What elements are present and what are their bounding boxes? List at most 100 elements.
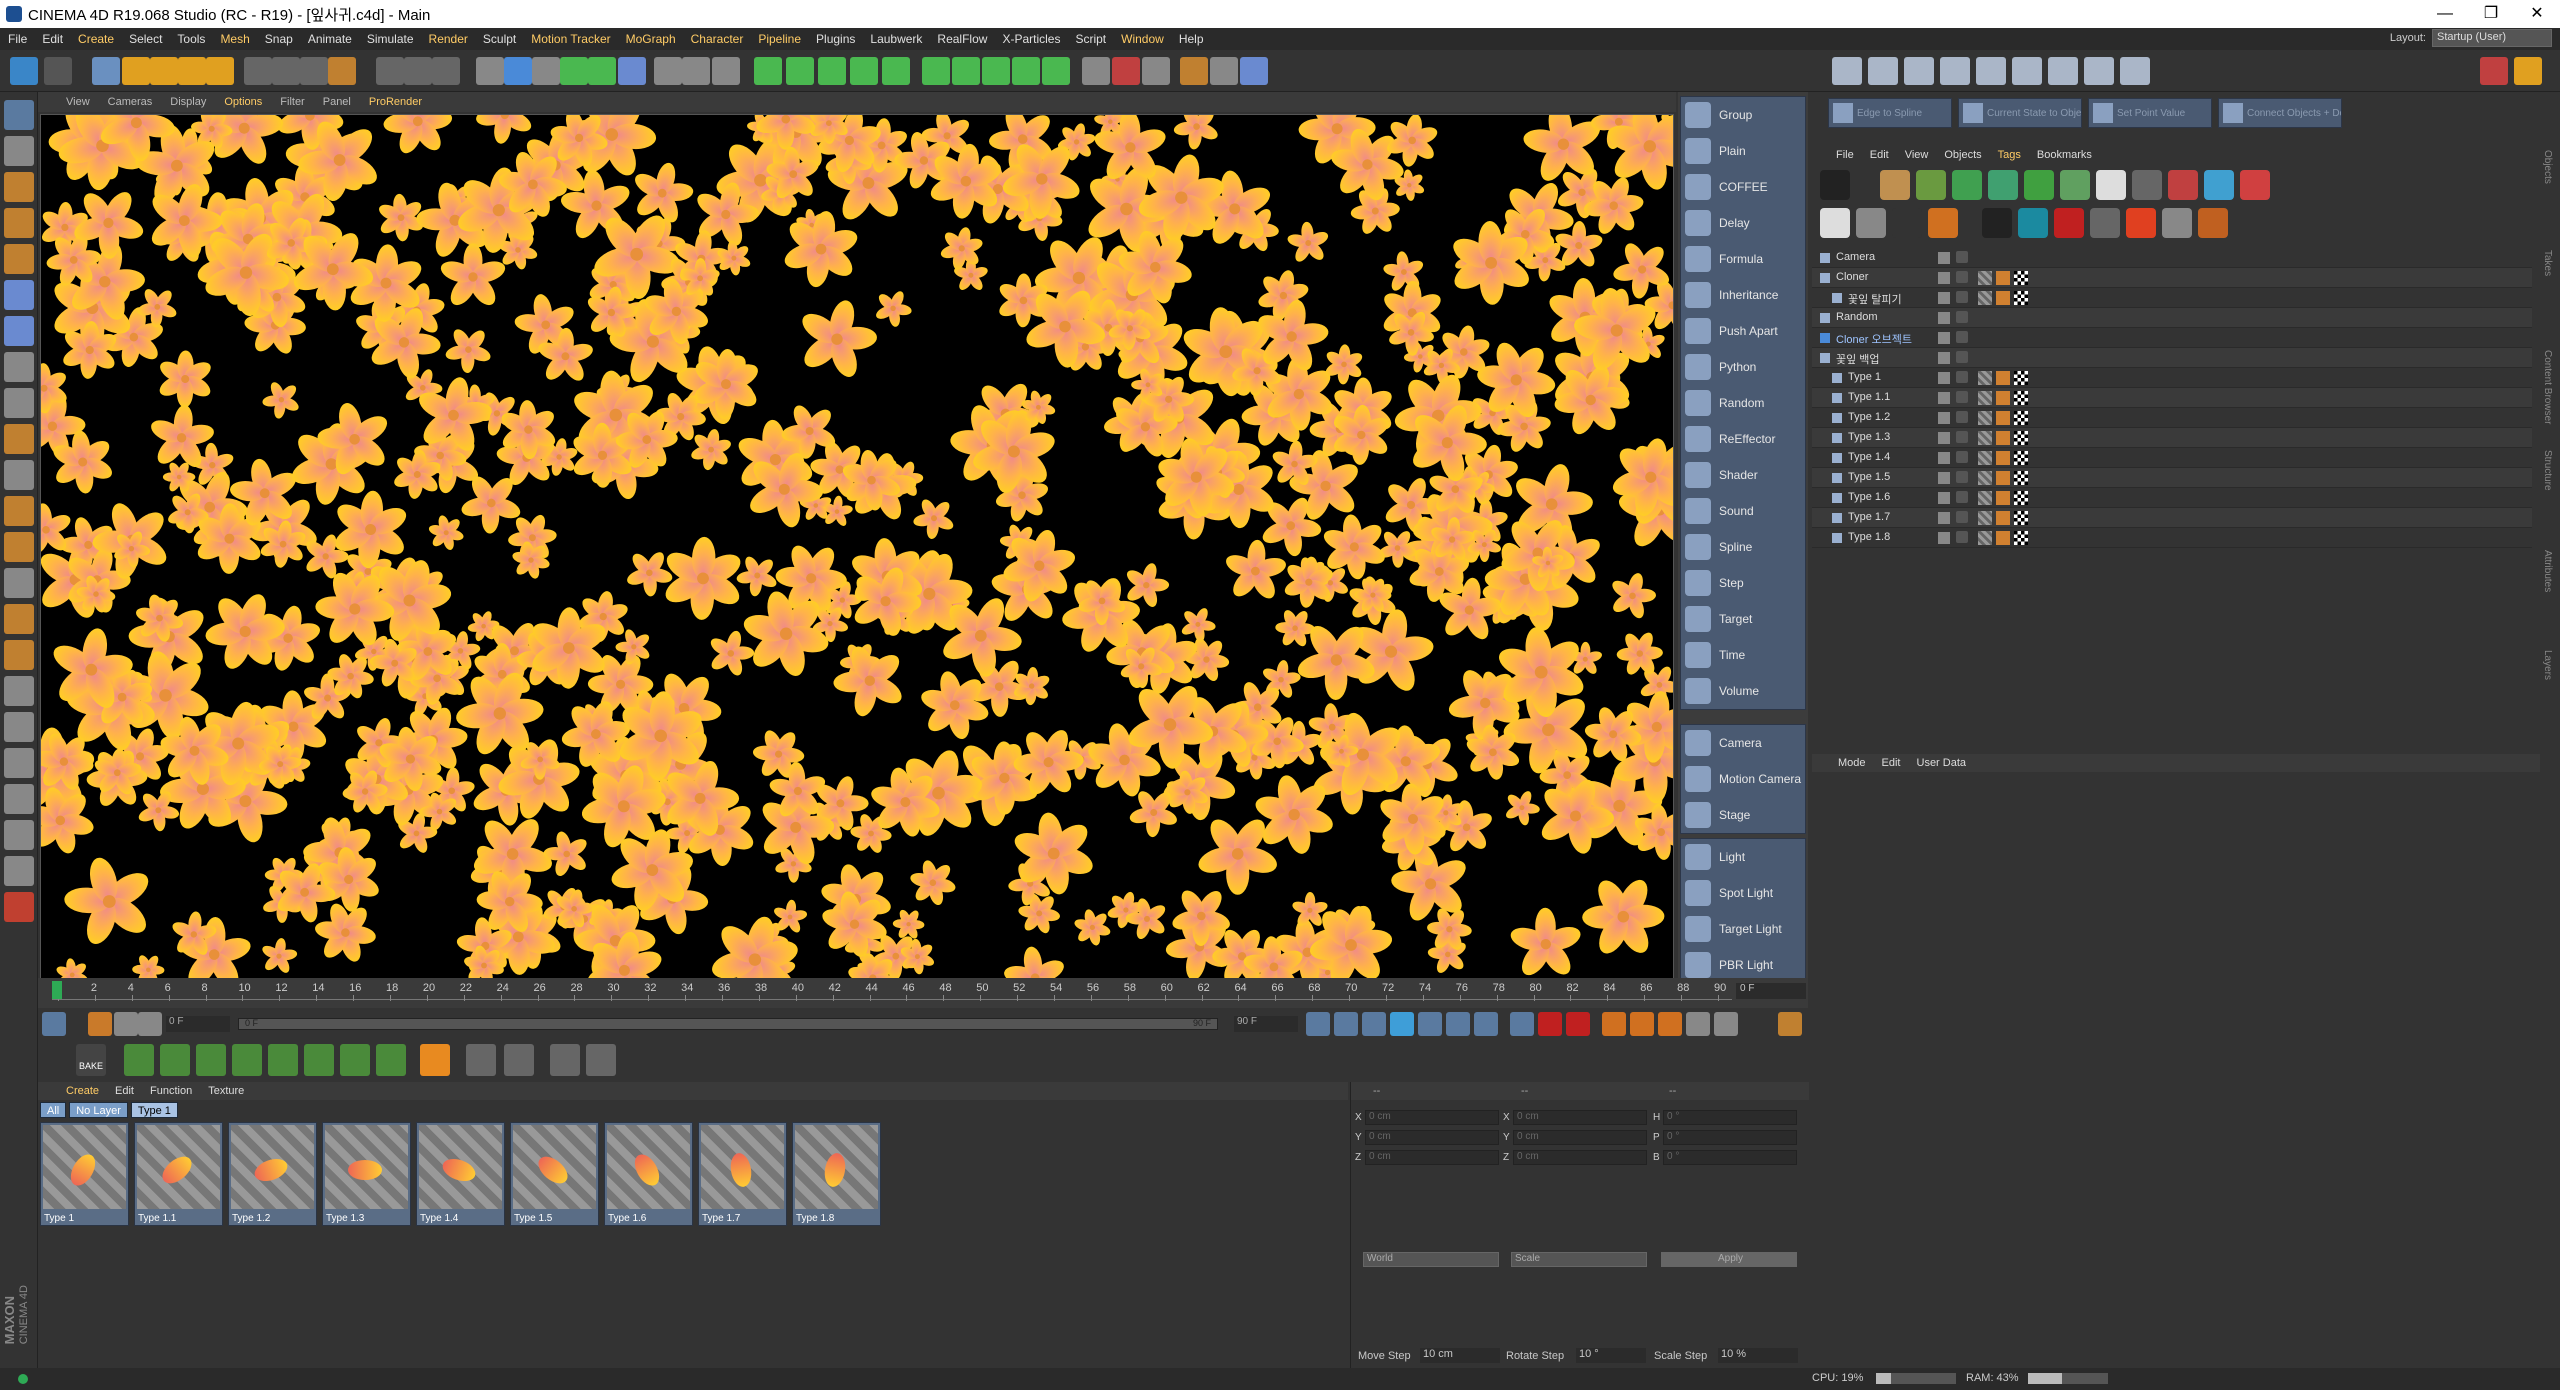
timeline[interactable]: 0246810121416182022242628303234363840424… [38, 978, 1808, 1008]
cloner-tag-icon[interactable] [1996, 371, 2010, 385]
material-filter-type-1[interactable]: Type 1 [130, 1102, 178, 1118]
next-key-icon[interactable] [1446, 1012, 1470, 1036]
uv-edit-icon[interactable] [1210, 57, 1238, 85]
locked-workplane-icon[interactable] [4, 604, 34, 634]
enable-check-icon[interactable] [1956, 431, 1968, 443]
world-dropdown[interactable]: World [1363, 1252, 1499, 1267]
sky-tag-icon[interactable] [2096, 170, 2126, 200]
menu-script[interactable]: Script [1075, 32, 1106, 46]
visibility-toggle-icon[interactable] [1938, 312, 1950, 324]
viewport-menu-options[interactable]: Options [224, 96, 262, 108]
xpresso-tag-icon[interactable] [1820, 170, 1850, 200]
material-swatch[interactable]: Type 1.7 [698, 1122, 787, 1226]
visibility-toggle-icon[interactable] [1938, 252, 1950, 264]
mograph-item-sound[interactable]: Sound [1681, 493, 1805, 529]
polygons-mode-icon[interactable] [4, 316, 34, 346]
enable-check-icon[interactable] [1956, 451, 1968, 463]
select-icon[interactable] [92, 57, 120, 85]
magnet-icon[interactable] [4, 496, 34, 526]
visibility-toggle-icon[interactable] [1938, 392, 1950, 404]
visibility-toggle-icon[interactable] [1938, 472, 1950, 484]
object-row[interactable]: Type 1.1 [1812, 388, 2532, 408]
checker-tag-icon[interactable] [2014, 511, 2028, 525]
paint-icon[interactable] [4, 532, 34, 562]
mograph-item-coffee[interactable]: COFFEE [1681, 169, 1805, 205]
recent-tool-icon[interactable] [206, 57, 234, 85]
visibility-toggle-icon[interactable] [1938, 352, 1950, 364]
download-tag-icon[interactable] [1820, 208, 1850, 238]
viewport-menu-cameras[interactable]: Cameras [108, 96, 153, 108]
timeline-ruler[interactable]: 0246810121416182022242628303234363840424… [52, 982, 1732, 1001]
gear-tag-icon[interactable] [2024, 170, 2054, 200]
mograph-item-light[interactable]: Light [1681, 839, 1805, 875]
enable-check-icon[interactable] [1956, 311, 1968, 323]
enable-check-icon[interactable] [1956, 351, 1968, 363]
command-connect-objects-delete[interactable]: Connect Objects + Delete [2218, 98, 2342, 128]
viewport-menu-prorender[interactable]: ProRender [369, 96, 422, 108]
object-name[interactable]: Random [1836, 311, 1878, 323]
primitive-cube-icon[interactable] [504, 57, 532, 85]
menu-help[interactable]: Help [1179, 32, 1204, 46]
material-swatch[interactable]: Type 1.6 [604, 1122, 693, 1226]
key-icon-3[interactable] [196, 1044, 226, 1076]
snapping-icon[interactable] [4, 460, 34, 490]
menu-plugins[interactable]: Plugins [816, 32, 855, 46]
checker-tag-icon[interactable] [2014, 411, 2028, 425]
material-swatch[interactable]: Type 1 [40, 1122, 129, 1226]
checker-tag-icon[interactable] [2014, 471, 2028, 485]
mograph-item-push-apart[interactable]: Push Apart [1681, 313, 1805, 349]
keyframe-selection-icon[interactable] [1602, 1012, 1626, 1036]
object-name[interactable]: Type 1.6 [1848, 491, 1890, 503]
key-range-icon-2[interactable] [114, 1012, 138, 1036]
menu-laubwerk[interactable]: Laubwerk [870, 32, 922, 46]
object-menu-tags[interactable]: Tags [1998, 149, 2021, 161]
cloner-tag-icon[interactable] [1996, 471, 2010, 485]
start-frame-field[interactable]: 0 F [166, 1016, 230, 1032]
enable-check-icon[interactable] [1956, 531, 1968, 543]
object-menu-file[interactable]: File [1836, 149, 1854, 161]
cloner-tag-icon[interactable] [1996, 511, 2010, 525]
extrude-icon[interactable] [1904, 57, 1934, 85]
object-row[interactable]: Cloner 오브젝트 [1812, 328, 2532, 348]
end-frame-field[interactable]: 90 F [1234, 1016, 1298, 1032]
loop-cut-icon[interactable] [2012, 57, 2042, 85]
point-level-icon[interactable] [1714, 1012, 1738, 1036]
autokey-icon[interactable] [1566, 1012, 1590, 1036]
spline-wrap-icon[interactable] [850, 57, 878, 85]
undo-icon[interactable] [10, 57, 38, 85]
coordinate-field[interactable]: 0 ° [1663, 1150, 1797, 1165]
sweep-icon[interactable] [882, 57, 910, 85]
visibility-toggle-icon[interactable] [1938, 332, 1950, 344]
material-tag-icon[interactable] [1978, 531, 1992, 545]
enable-check-icon[interactable] [1956, 471, 1968, 483]
sun-tag-icon[interactable] [2204, 170, 2234, 200]
cloner-tag-icon[interactable] [1996, 491, 2010, 505]
menu-edit[interactable]: Edit [42, 32, 63, 46]
visibility-toggle-icon[interactable] [1938, 532, 1950, 544]
object-row[interactable]: Type 1.4 [1812, 448, 2532, 468]
sculpt-icon[interactable] [4, 568, 34, 598]
dock-tab-takes[interactable]: Takes [2542, 250, 2553, 276]
spiral-tag-icon[interactable] [2240, 170, 2270, 200]
pose-morph-tag-icon[interactable] [1880, 170, 1910, 200]
tweak-icon[interactable] [4, 388, 34, 418]
restore-button[interactable]: ❐ [2468, 0, 2514, 28]
key-icon-6[interactable] [304, 1044, 334, 1076]
close-button[interactable]: ✕ [2514, 0, 2560, 28]
visibility-toggle-icon[interactable] [1938, 272, 1950, 284]
coordinate-field[interactable]: 0 cm [1513, 1150, 1647, 1165]
material-swatch[interactable]: Type 1.4 [416, 1122, 505, 1226]
visibility-toggle-icon[interactable] [1938, 372, 1950, 384]
object-row[interactable]: Type 1.3 [1812, 428, 2532, 448]
deformer-icon[interactable] [618, 57, 646, 85]
step-back-icon[interactable] [1362, 1012, 1386, 1036]
model-mode-icon[interactable] [4, 136, 34, 166]
coordinate-field[interactable]: 0 ° [1663, 1110, 1797, 1125]
material-tag-icon[interactable] [1978, 391, 1992, 405]
z-axis-icon[interactable] [300, 57, 328, 85]
object-row[interactable]: 꽃잎 탈피기 [1812, 288, 2532, 308]
coordinate-field[interactable]: 0 ° [1663, 1130, 1797, 1145]
key-icon-4[interactable] [232, 1044, 262, 1076]
object-name[interactable]: Type 1.8 [1848, 531, 1890, 543]
go-to-end-icon[interactable] [1474, 1012, 1498, 1036]
